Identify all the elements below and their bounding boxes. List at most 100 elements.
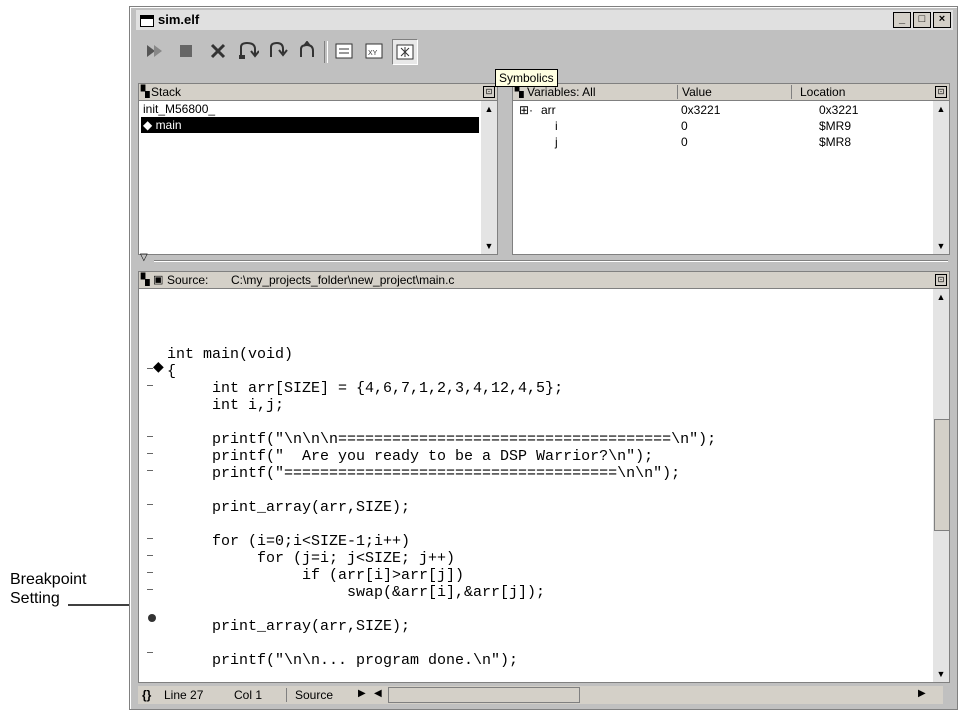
breakpoint-slot[interactable] — [147, 652, 153, 653]
horizontal-scroll-thumb[interactable] — [388, 687, 580, 703]
code-line: for (j=i; j<SIZE; j++) — [167, 550, 456, 567]
variable-location: $MR8 — [819, 135, 852, 149]
breakpoint-slot[interactable] — [147, 470, 153, 471]
breakpoint-slot[interactable] — [147, 538, 153, 539]
source-path: C:\my_projects_folder\new_project\main.c — [231, 273, 455, 287]
source-scrollbar[interactable]: ▲ ▼ — [933, 289, 950, 682]
stack-item-main[interactable]: ◆ main — [141, 117, 479, 133]
code-line: for (i=0;i<SIZE-1;i++) — [167, 533, 411, 550]
toolbar-separator — [324, 41, 328, 63]
annotation-line-1: Breakpoint — [10, 571, 87, 588]
svg-text:XY: XY — [368, 50, 378, 57]
source-file-icon: ▣ — [153, 274, 164, 286]
step-into-icon[interactable] — [266, 39, 290, 63]
collapse-icon[interactable]: ▽ — [140, 252, 148, 263]
code-line: int i,j; — [167, 397, 285, 414]
variable-location: $MR9 — [819, 119, 852, 133]
line-indicator: Line 27 — [164, 688, 204, 702]
close-button[interactable]: × — [933, 12, 951, 28]
horizontal-splitter[interactable]: ▽ — [138, 252, 948, 267]
mode-menu-icon[interactable]: ▶ — [358, 688, 366, 699]
variable-name: j — [555, 135, 558, 149]
variable-value[interactable]: 0x3221 — [681, 102, 720, 118]
symbolics-icon[interactable] — [392, 39, 418, 65]
ide-window: sim.elf _ □ × XY Symbolics ▚ Stack ⊡ ini… — [129, 6, 958, 710]
breakpoint-icon[interactable] — [148, 614, 156, 622]
scroll-right-icon[interactable]: ▶ — [918, 688, 926, 699]
code-line: print_array(arr,SIZE); — [167, 618, 411, 635]
vertical-splitter[interactable] — [498, 83, 512, 253]
variables-pane: ▚ Variables: All Value Location ⊡ ⊞· arr… — [512, 83, 950, 255]
stack-item-main-label: main — [155, 118, 182, 132]
expand-icon[interactable]: ⊞· — [519, 102, 533, 118]
breakpoint-slot[interactable] — [147, 555, 153, 556]
scroll-up-icon[interactable]: ▲ — [935, 103, 947, 115]
variable-row[interactable]: ⊞· arr 0x3221 0x3221 — [513, 102, 931, 118]
pane-grip-icon: ▚ — [141, 274, 150, 286]
stack-pane: ▚ Stack ⊡ init_M56800_ ◆ main ▲ ▼ — [138, 83, 498, 255]
stack-title: Stack — [151, 85, 182, 99]
breakpoint-slot[interactable] — [147, 572, 153, 573]
source-header: ▚ ▣ Source: C:\my_projects_folder\new_pr… — [139, 272, 949, 289]
breakpoint-slot[interactable] — [147, 589, 153, 590]
breakpoint-slot[interactable] — [147, 385, 153, 386]
pin-icon[interactable]: ⊡ — [483, 86, 495, 98]
variables-scrollbar[interactable]: ▲ ▼ — [933, 101, 949, 254]
stop-icon[interactable] — [174, 39, 198, 63]
scroll-up-icon[interactable]: ▲ — [483, 103, 495, 115]
code-line: if (arr[i]>arr[j]) — [167, 567, 465, 584]
code-line: printf("================================… — [167, 465, 681, 482]
pin-icon[interactable]: ⊡ — [935, 274, 947, 286]
variable-row[interactable]: j 0 $MR8 — [513, 134, 931, 150]
code-line: int main(void) — [167, 346, 294, 363]
code-line: print_array(arr,SIZE); — [167, 499, 411, 516]
current-frame-icon: ◆ — [143, 118, 156, 132]
code-line: int arr[SIZE] = {4,6,7,1,2,3,4,12,4,5}; — [167, 380, 564, 397]
view-xy-icon[interactable]: XY — [362, 39, 386, 63]
breakpoint-slot[interactable] — [147, 504, 153, 505]
current-pc-icon: ◆ — [153, 358, 164, 374]
code-line: printf(" Are you ready to be a DSP Warri… — [167, 448, 654, 465]
scroll-thumb[interactable] — [934, 419, 950, 531]
scroll-down-icon[interactable]: ▼ — [935, 240, 947, 252]
symbolics-tooltip: Symbolics — [495, 69, 558, 87]
variables-col-value[interactable]: Value — [677, 85, 712, 99]
mode-selector[interactable]: Source — [286, 688, 333, 702]
debug-toolbar: XY — [136, 33, 953, 69]
scroll-up-icon[interactable]: ▲ — [935, 291, 947, 303]
variables-col-name[interactable]: Variables: All — [527, 85, 595, 99]
step-over-icon[interactable] — [236, 39, 260, 63]
variables-col-location[interactable]: Location — [791, 85, 845, 99]
scroll-down-icon[interactable]: ▼ — [483, 240, 495, 252]
variable-value[interactable]: 0 — [681, 134, 688, 150]
document-icon — [140, 15, 154, 27]
maximize-button[interactable]: □ — [913, 12, 931, 28]
braces-icon[interactable]: {} — [142, 688, 151, 702]
breakpoint-slot[interactable] — [147, 436, 153, 437]
step-out-icon[interactable] — [296, 39, 320, 63]
title-bar[interactable]: sim.elf _ □ × — [136, 10, 953, 30]
status-bar: {} Line 27 Col 1 Source ▶ ◀ ▶ — [138, 686, 943, 704]
variables-header: ▚ Variables: All Value Location ⊡ — [513, 84, 949, 101]
col-indicator: Col 1 — [234, 688, 263, 702]
stack-header: ▚ Stack ⊡ — [139, 84, 497, 101]
variable-row[interactable]: i 0 $MR9 — [513, 118, 931, 134]
minimize-button[interactable]: _ — [893, 12, 911, 28]
breakpoint-slot[interactable] — [147, 453, 153, 454]
variable-location: 0x3221 — [819, 103, 859, 117]
view-register-icon[interactable] — [332, 39, 356, 63]
pin-icon[interactable]: ⊡ — [935, 86, 947, 98]
code-editor[interactable]: int main(void) { int arr[SIZE] = {4,6,7,… — [167, 328, 716, 685]
kill-icon[interactable] — [206, 39, 230, 63]
code-line: { — [167, 363, 177, 380]
run-icon[interactable] — [142, 39, 166, 63]
stack-scrollbar[interactable]: ▲ ▼ — [481, 101, 497, 254]
scroll-left-icon[interactable]: ◀ — [374, 688, 382, 699]
code-line: swap(&arr[i],&arr[j]); — [167, 584, 546, 601]
variable-value[interactable]: 0 — [681, 118, 688, 134]
pane-grip-icon: ▚ — [141, 86, 150, 98]
stack-item-init[interactable]: init_M56800_ — [141, 101, 479, 117]
scroll-down-icon[interactable]: ▼ — [935, 668, 947, 680]
variable-name: arr — [541, 103, 556, 117]
code-line: printf("\n\n... program done.\n"); — [167, 652, 519, 669]
